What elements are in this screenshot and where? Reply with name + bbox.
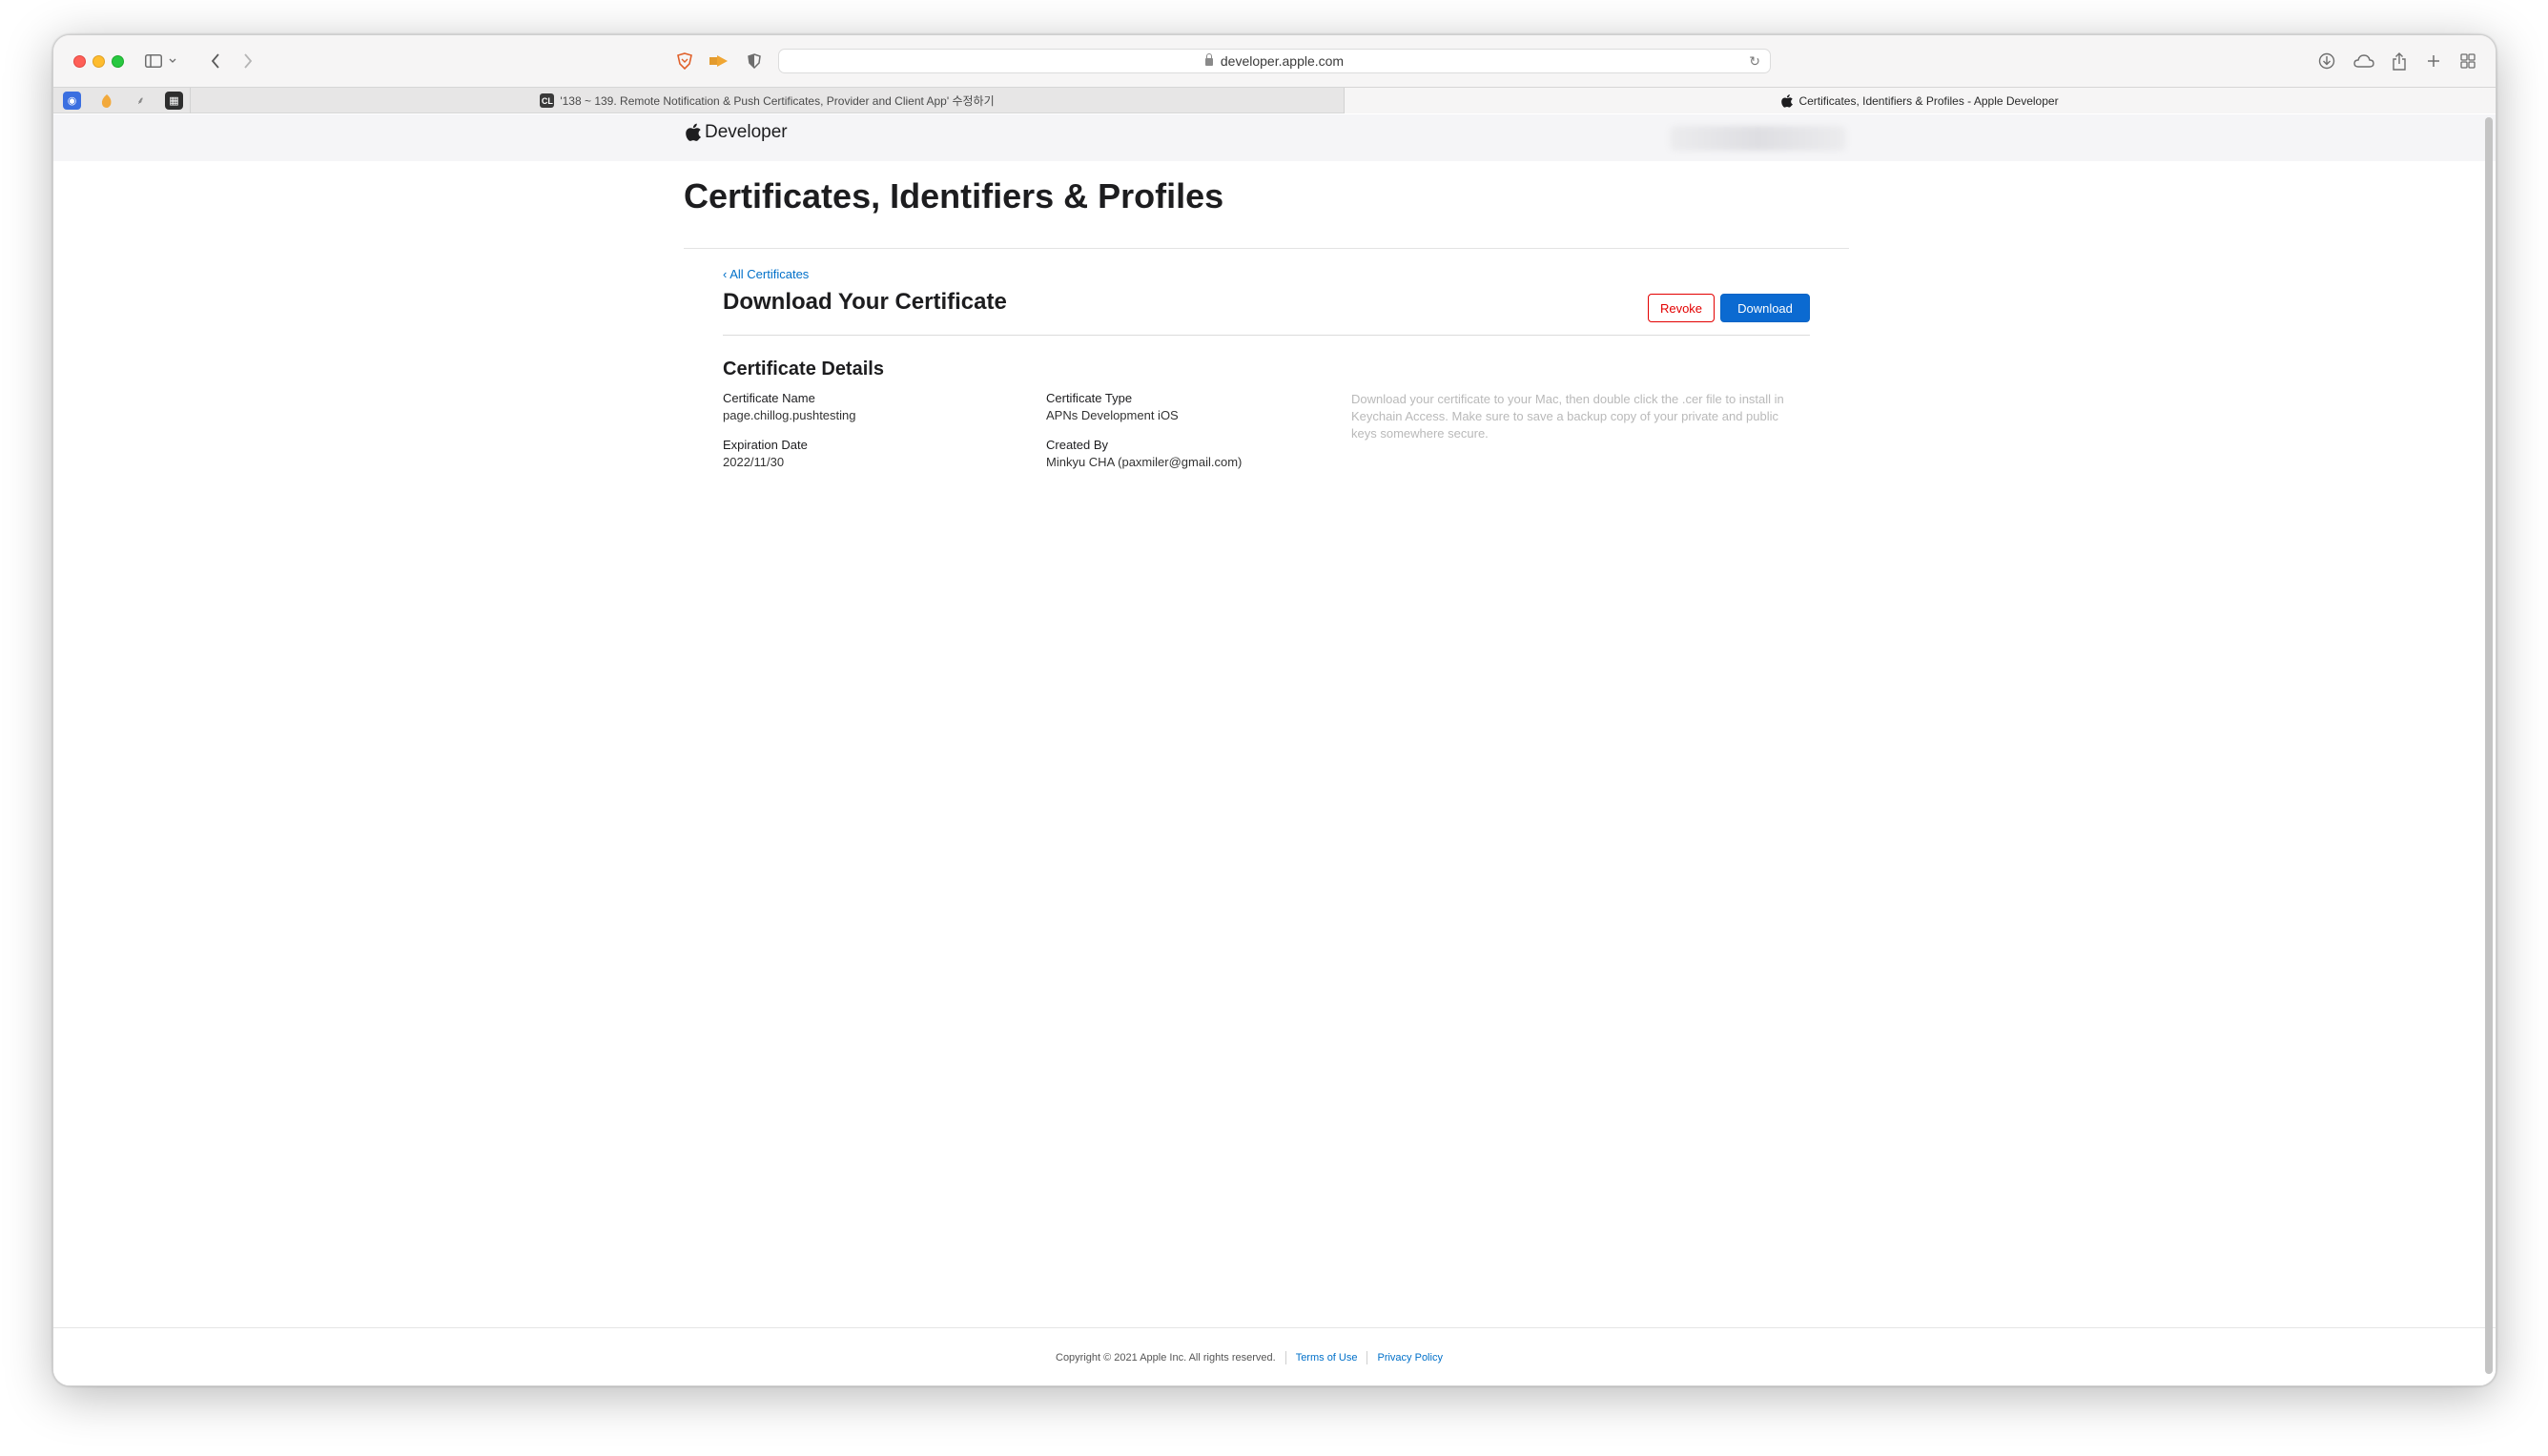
browser-window: developer.apple.com ↻ ◉ ⸙ ▦ CL '138 ~ 13…	[52, 34, 2497, 1386]
divider	[1366, 1351, 1368, 1364]
page-footer: Copyright © 2021 Apple Inc. All rights r…	[53, 1327, 2496, 1385]
download-button[interactable]: Download	[1720, 294, 1810, 322]
certificate-type-label: Certificate Type	[1046, 391, 1133, 405]
pinned-tab-dark-icon[interactable]: ▦	[165, 92, 183, 110]
reload-icon[interactable]: ↻	[1749, 53, 1760, 70]
section-title: Download Your Certificate	[723, 289, 1007, 315]
terms-of-use-link[interactable]: Terms of Use	[1296, 1352, 1358, 1364]
apple-logo-icon	[686, 123, 701, 141]
tab-strip: ◉ ⸙ ▦ CL '138 ~ 139. Remote Notification…	[53, 87, 2496, 113]
privacy-shield-icon[interactable]	[746, 49, 763, 73]
divider	[684, 248, 1849, 249]
pinned-tab-feather-icon[interactable]: ⸙	[132, 92, 150, 110]
expiration-date-value: 2022/11/30	[723, 455, 785, 469]
created-by-value: Minkyu CHA (paxmiler@gmail.com)	[1046, 455, 1243, 469]
brand-label: Developer	[705, 122, 788, 142]
privacy-policy-link[interactable]: Privacy Policy	[1377, 1352, 1442, 1364]
account-menu-blurred[interactable]	[1670, 126, 1846, 151]
tab-title: '138 ~ 139. Remote Notification & Push C…	[560, 94, 995, 108]
chevron-down-icon[interactable]	[167, 49, 178, 73]
maximize-window-button[interactable]	[112, 55, 124, 68]
tab-overview-icon[interactable]	[2458, 49, 2477, 73]
lock-icon	[1204, 53, 1213, 66]
close-window-button[interactable]	[73, 55, 86, 68]
all-certificates-link[interactable]: ‹ All Certificates	[723, 267, 809, 281]
pinned-tab-blue-icon[interactable]: ◉	[63, 92, 81, 110]
vertical-scrollbar[interactable]	[2485, 117, 2493, 1374]
certificate-type-value: APNs Development iOS	[1046, 408, 1179, 422]
new-tab-icon[interactable]	[2425, 49, 2442, 73]
back-arrow-icon[interactable]	[208, 49, 223, 73]
revoke-button[interactable]: Revoke	[1648, 294, 1715, 322]
brave-shield-icon[interactable]	[675, 49, 694, 73]
minimize-window-button[interactable]	[92, 55, 105, 68]
expiration-date-label: Expiration Date	[723, 438, 808, 452]
created-by-label: Created By	[1046, 438, 1109, 452]
downloads-icon[interactable]	[2316, 49, 2337, 73]
web-page: Developer Certificates, Identifiers & Pr…	[53, 114, 2496, 1385]
download-instructions: Download your certificate to your Mac, t…	[1351, 392, 1784, 441]
page-title: Certificates, Identifiers & Profiles	[684, 176, 1224, 215]
developer-home-link[interactable]: Developer	[686, 122, 788, 143]
tab-title: Certificates, Identifiers & Profiles - A…	[1798, 93, 2059, 108]
certificate-name-value: page.chillog.pushtesting	[723, 408, 856, 422]
forward-arrow-icon[interactable]	[240, 49, 256, 73]
share-icon[interactable]	[2391, 49, 2408, 73]
tab-favicon-cl: CL	[540, 93, 555, 108]
icloud-icon[interactable]	[2352, 49, 2376, 73]
url-text: developer.apple.com	[1220, 53, 1345, 69]
extension-play-icon[interactable]	[709, 49, 729, 73]
divider	[1284, 1351, 1286, 1364]
address-bar[interactable]: developer.apple.com ↻	[778, 49, 1771, 73]
tab-apple-developer[interactable]: Certificates, Identifiers & Profiles - A…	[1345, 88, 2496, 113]
browser-toolbar: developer.apple.com ↻	[53, 35, 2496, 87]
tab-edit-post[interactable]: CL '138 ~ 139. Remote Notification & Pus…	[190, 88, 1345, 113]
certificate-name-label: Certificate Name	[723, 391, 815, 405]
developer-global-nav: Developer	[53, 114, 2496, 161]
copyright-text: Copyright © 2021 Apple Inc. All rights r…	[1056, 1352, 1276, 1364]
apple-logo-icon	[1781, 93, 1794, 108]
pinned-tab-orange-icon[interactable]	[97, 92, 115, 110]
sidebar-toggle-icon[interactable]	[143, 49, 164, 73]
certificate-details-title: Certificate Details	[723, 359, 884, 379]
divider	[723, 335, 1810, 336]
